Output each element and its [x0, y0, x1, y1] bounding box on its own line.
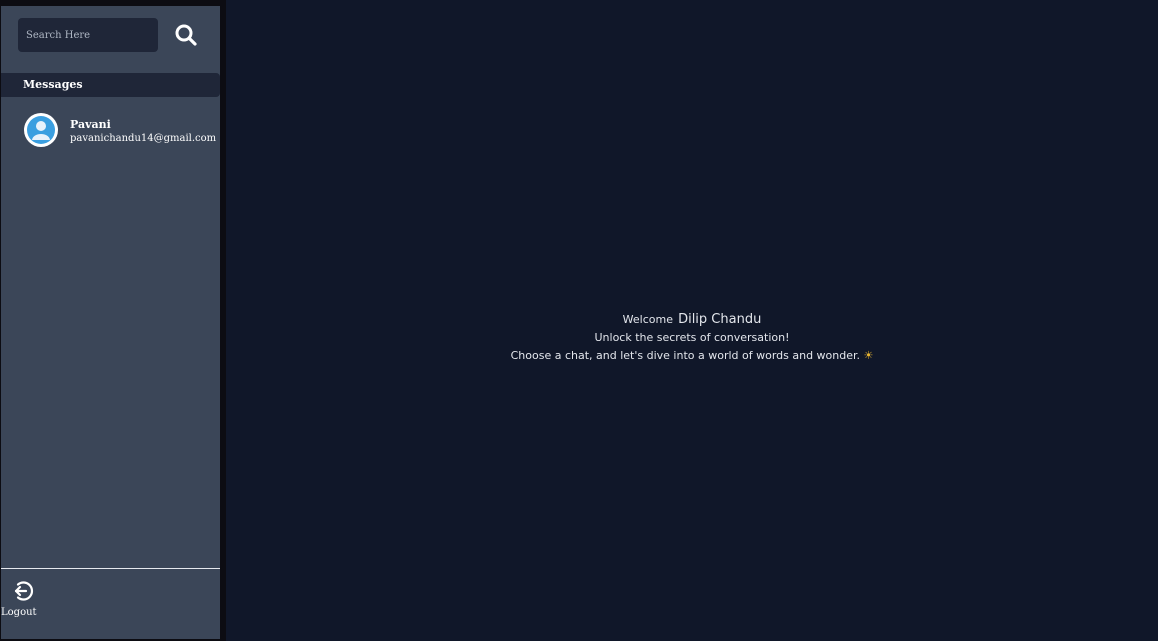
search-button[interactable] [172, 21, 200, 49]
sidebar-divider [1, 568, 220, 569]
chat-panel: Welcome Dilip Chandu Unlock the secrets … [226, 0, 1158, 641]
contact-email: pavanichandu14@gmail.com [70, 133, 217, 144]
welcome-prompt: Choose a chat, and let's dive into a wor… [510, 349, 861, 362]
messages-header: Messages [1, 73, 220, 97]
welcome-prefix: Welcome [622, 313, 673, 326]
logout-label: Logout [1, 607, 37, 618]
search-icon [175, 24, 197, 46]
search-input[interactable] [18, 18, 158, 52]
logout-button[interactable]: Logout [1, 580, 41, 624]
user-avatar-icon [24, 113, 58, 147]
sidebar: Messages Pavani pavanichandu14@gmail.com… [1, 6, 220, 639]
search-bar [18, 18, 203, 52]
welcome-tagline: Unlock the secrets of conversation! [594, 331, 790, 344]
logout-icon [14, 581, 34, 601]
welcome-message: Welcome Dilip Chandu Unlock the secrets … [226, 309, 1158, 365]
user-name: Dilip Chandu [678, 312, 762, 327]
sun-emoji-icon: ☀ [863, 349, 874, 362]
contact-item[interactable]: Pavani pavanichandu14@gmail.com [23, 112, 217, 150]
chat-app: Messages Pavani pavanichandu14@gmail.com… [0, 0, 1158, 641]
contact-name: Pavani [70, 118, 111, 131]
